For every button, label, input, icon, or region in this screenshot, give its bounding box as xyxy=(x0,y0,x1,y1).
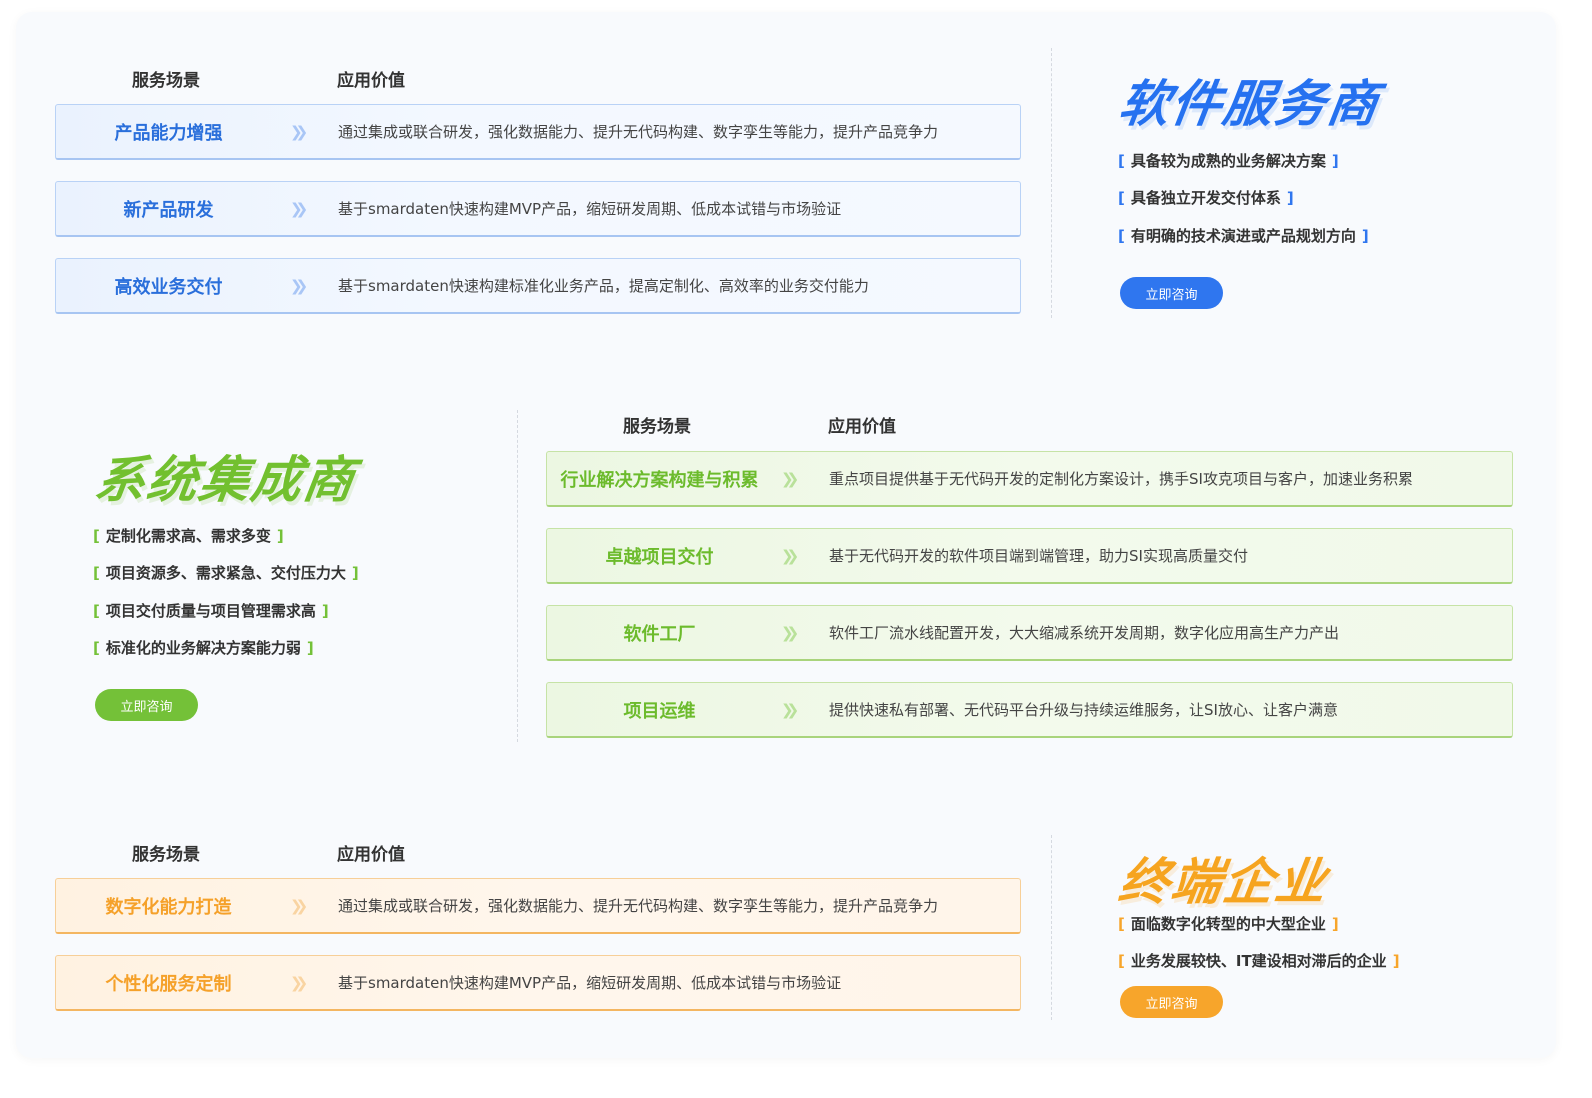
feature-item: [标准化的业务解决方案能力弱] xyxy=(93,639,314,657)
row-scene: 高效业务交付 xyxy=(114,276,223,298)
feature-item: [业务发展较快、IT建设相对滞后的企业] xyxy=(1118,952,1400,970)
row-value: 重点项目提供基于无代码开发的定制化方案设计，携手SI攻克项目与客户，加速业务积累 xyxy=(829,470,1413,488)
section-title: 系统集成商 xyxy=(91,451,360,509)
double-chevron-right-icon: ❯❯ xyxy=(781,700,799,719)
section-divider xyxy=(1051,48,1052,318)
double-chevron-right-icon: ❯❯ xyxy=(290,896,308,915)
table-row[interactable]: 卓越项目交付 ❯❯ 基于无代码开发的软件项目端到端管理，助力SI实现高质量交付 xyxy=(546,528,1513,584)
feature-item: [具备较为成熟的业务解决方案] xyxy=(1118,152,1339,170)
double-chevron-right-icon: ❯❯ xyxy=(290,199,308,218)
table-row[interactable]: 新产品研发 ❯❯ 基于smardaten快速构建MVP产品，缩短研发周期、低成本… xyxy=(55,181,1021,237)
column-header-scene: 服务场景 xyxy=(132,845,200,865)
section-title: 软件服务商 xyxy=(1115,75,1384,133)
column-header-scene: 服务场景 xyxy=(132,71,200,91)
row-value: 基于无代码开发的软件项目端到端管理，助力SI实现高质量交付 xyxy=(829,547,1248,565)
row-scene: 行业解决方案构建与积累 xyxy=(560,469,759,491)
double-chevron-right-icon: ❯❯ xyxy=(781,469,799,488)
row-value: 基于smardaten快速构建标准化业务产品，提高定制化、高效率的业务交付能力 xyxy=(338,277,869,295)
double-chevron-right-icon: ❯❯ xyxy=(781,623,799,642)
double-chevron-right-icon: ❯❯ xyxy=(290,122,308,141)
double-chevron-right-icon: ❯❯ xyxy=(781,546,799,565)
section-divider xyxy=(517,410,518,742)
table-row[interactable]: 高效业务交付 ❯❯ 基于smardaten快速构建标准化业务产品，提高定制化、高… xyxy=(55,258,1021,314)
row-scene: 数字化能力打造 xyxy=(105,896,232,918)
column-header-scene: 服务场景 xyxy=(623,417,691,437)
feature-item: [具备独立开发交付体系] xyxy=(1118,189,1294,207)
section-divider xyxy=(1051,835,1052,1020)
row-value: 软件工厂流水线配置开发，大大缩减系统开发周期，数字化应用高生产力产出 xyxy=(829,624,1340,642)
consult-button[interactable]: 立即咨询 xyxy=(1120,986,1223,1018)
row-scene: 卓越项目交付 xyxy=(605,546,714,568)
feature-item: [项目资源多、需求紧急、交付压力大] xyxy=(93,564,359,582)
row-value: 通过集成或联合研发，强化数据能力、提升无代码构建、数字孪生等能力，提升产品竞争力 xyxy=(338,123,939,141)
column-header-value: 应用价值 xyxy=(337,71,405,91)
table-row[interactable]: 行业解决方案构建与积累 ❯❯ 重点项目提供基于无代码开发的定制化方案设计，携手S… xyxy=(546,451,1513,507)
feature-item: [定制化需求高、需求多变] xyxy=(93,527,284,545)
feature-item: [有明确的技术演进或产品规划方向] xyxy=(1118,227,1369,245)
table-row[interactable]: 产品能力增强 ❯❯ 通过集成或联合研发，强化数据能力、提升无代码构建、数字孪生等… xyxy=(55,104,1021,160)
consult-button[interactable]: 立即咨询 xyxy=(1120,277,1223,309)
consult-button[interactable]: 立即咨询 xyxy=(95,689,198,721)
row-scene: 软件工厂 xyxy=(623,623,696,645)
row-scene: 产品能力增强 xyxy=(114,122,223,144)
row-value: 提供快速私有部署、无代码平台升级与持续运维服务，让SI放心、让客户满意 xyxy=(829,701,1338,719)
row-scene: 新产品研发 xyxy=(123,199,214,221)
row-value: 基于smardaten快速构建MVP产品，缩短研发周期、低成本试错与市场验证 xyxy=(338,200,842,218)
table-row[interactable]: 软件工厂 ❯❯ 软件工厂流水线配置开发，大大缩减系统开发周期，数字化应用高生产力… xyxy=(546,605,1513,661)
column-header-value: 应用价值 xyxy=(828,417,896,437)
column-header-value: 应用价值 xyxy=(337,845,405,865)
row-scene: 项目运维 xyxy=(623,700,696,722)
double-chevron-right-icon: ❯❯ xyxy=(290,973,308,992)
row-value: 通过集成或联合研发，强化数据能力、提升无代码构建、数字孪生等能力，提升产品竞争力 xyxy=(338,897,939,915)
row-scene: 个性化服务定制 xyxy=(105,973,232,995)
feature-item: [项目交付质量与项目管理需求高] xyxy=(93,602,329,620)
section-title: 终端企业 xyxy=(1115,853,1332,911)
feature-item: [面临数字化转型的中大型企业] xyxy=(1118,915,1339,933)
double-chevron-right-icon: ❯❯ xyxy=(290,276,308,295)
table-row[interactable]: 个性化服务定制 ❯❯ 基于smardaten快速构建MVP产品，缩短研发周期、低… xyxy=(55,955,1021,1011)
table-row[interactable]: 数字化能力打造 ❯❯ 通过集成或联合研发，强化数据能力、提升无代码构建、数字孪生… xyxy=(55,878,1021,934)
row-value: 基于smardaten快速构建MVP产品，缩短研发周期、低成本试错与市场验证 xyxy=(338,974,842,992)
table-row[interactable]: 项目运维 ❯❯ 提供快速私有部署、无代码平台升级与持续运维服务，让SI放心、让客… xyxy=(546,682,1513,738)
